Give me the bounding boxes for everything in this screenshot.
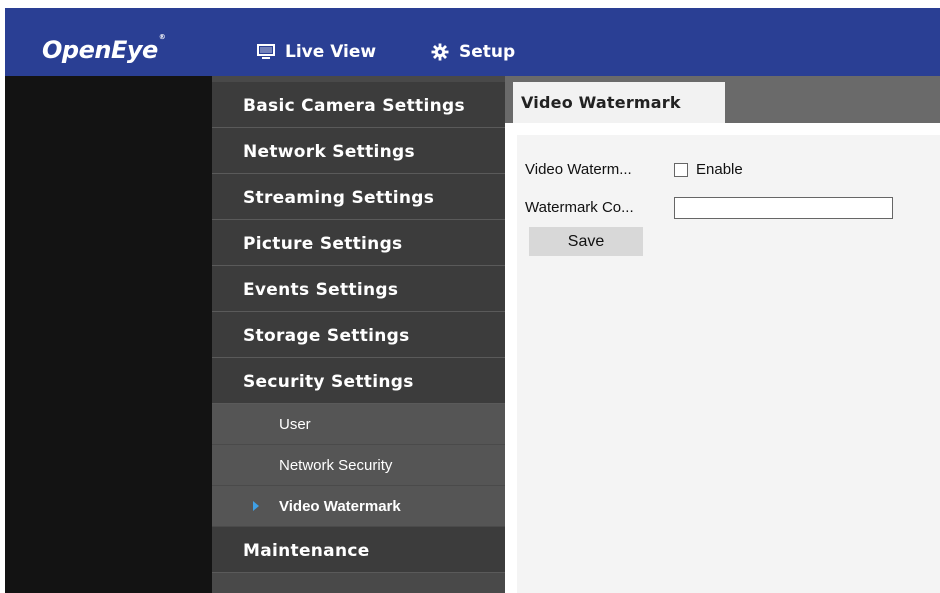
sidebar-subitem-label: Network Security (279, 457, 393, 474)
sidebar-subitem-user[interactable]: User (212, 404, 505, 445)
sidebar-item-label: Events Settings (243, 280, 399, 300)
gear-icon (431, 43, 449, 61)
tab-video-watermark[interactable]: Video Watermark (513, 82, 725, 123)
sidebar-subitem-network-security[interactable]: Network Security (212, 445, 505, 486)
nav-live-view[interactable]: Live View (257, 42, 376, 62)
sidebar-item-label: Network Settings (243, 142, 415, 162)
sidebar-item-security-settings[interactable]: Security Settings (212, 358, 505, 404)
sidebar-item-basic-camera-settings[interactable]: Basic Camera Settings (212, 82, 505, 128)
top-nav-bar: OpenEye® Live View Setup (5, 8, 940, 76)
logo-text: OpenEye (42, 36, 158, 64)
watermark-content-label: Watermark Co... (525, 199, 634, 216)
nav-setup[interactable]: Setup (431, 42, 515, 62)
tab-strip: Video Watermark (505, 76, 940, 123)
sidebar-item-label: Security Settings (243, 372, 414, 392)
tab-label: Video Watermark (521, 93, 681, 112)
watermark-content-input[interactable] (674, 197, 893, 219)
nav-live-view-label: Live View (285, 42, 377, 62)
sidebar-item-label: Storage Settings (243, 326, 410, 346)
left-blank-pane (5, 76, 212, 593)
video-watermark-label: Video Waterm... (525, 161, 632, 178)
sidebar-item-picture-settings[interactable]: Picture Settings (212, 220, 505, 266)
main-content: Video Watermark Video Waterm... Enable W… (505, 76, 940, 593)
sidebar-item-events-settings[interactable]: Events Settings (212, 266, 505, 312)
sidebar-subitem-video-watermark[interactable]: Video Watermark (212, 486, 505, 527)
active-arrow-icon (253, 501, 259, 511)
sidebar-item-label: Picture Settings (243, 234, 403, 254)
sidebar-item-network-settings[interactable]: Network Settings (212, 128, 505, 174)
nav-setup-label: Setup (459, 42, 516, 62)
sidebar-subitem-label: User (279, 416, 311, 433)
save-button[interactable]: Save (529, 227, 643, 256)
watermark-form-panel: Video Waterm... Enable Watermark Co... S… (517, 135, 940, 593)
settings-sidebar: Basic Camera Settings Network Settings S… (212, 76, 505, 593)
sidebar-item-storage-settings[interactable]: Storage Settings (212, 312, 505, 358)
sidebar-item-label: Streaming Settings (243, 188, 435, 208)
sidebar-subitem-label: Video Watermark (279, 498, 401, 515)
enable-label: Enable (696, 161, 743, 178)
openeye-logo[interactable]: OpenEye® (42, 33, 166, 64)
sidebar-item-label: Basic Camera Settings (243, 96, 465, 116)
sidebar-item-label: Maintenance (243, 541, 370, 561)
enable-checkbox[interactable] (674, 163, 688, 177)
registered-mark: ® (158, 33, 166, 41)
sidebar-item-streaming-settings[interactable]: Streaming Settings (212, 174, 505, 220)
monitor-icon (257, 44, 275, 60)
sidebar-item-maintenance[interactable]: Maintenance (212, 527, 505, 573)
